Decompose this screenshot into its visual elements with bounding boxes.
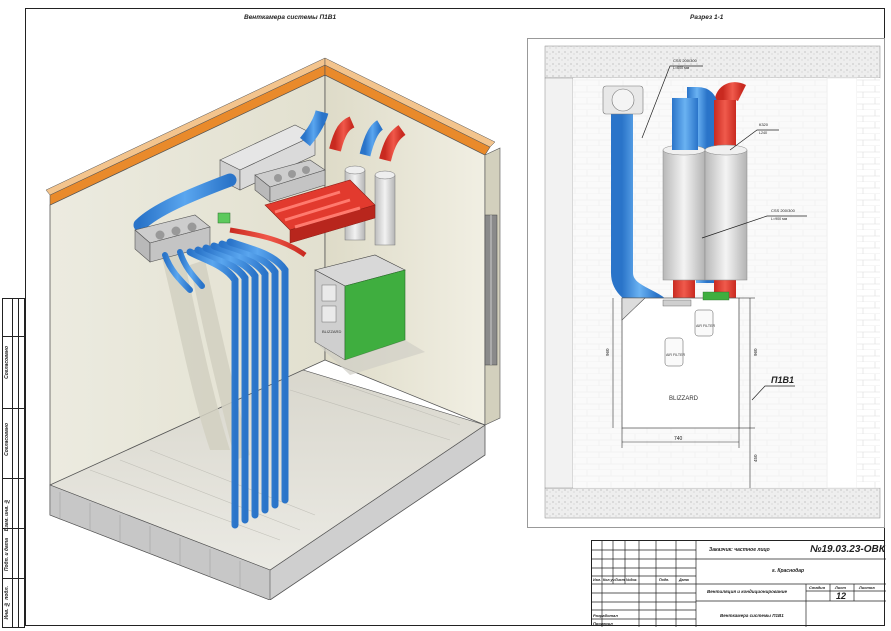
iso-unit-brand: BLIZZARD xyxy=(322,329,341,334)
section-name: Вентиляция и кондиционирование xyxy=(707,589,788,594)
side-stamp-strip: Взам. инв. № Подп. и дата Инв. № подл. С… xyxy=(2,298,25,628)
sheet-value: 12 xyxy=(836,591,847,601)
callout-low-line2: L=900 мм xyxy=(771,217,788,221)
dim-width: 740 xyxy=(674,436,683,442)
left-view-title: Венткамера системы П1В1 xyxy=(244,14,337,21)
unit-tag: П1В1 xyxy=(771,375,794,385)
dim-bottom: 450 xyxy=(753,454,758,462)
sheet-title: Венткамера системы П1В1 xyxy=(720,613,784,618)
section-drawing: AIR FILTER AIR FILTER BLIZZARD 740 960 9… xyxy=(544,45,881,519)
side-label-agreed-2: Согласовано xyxy=(4,423,10,456)
dim-height-left: 960 xyxy=(605,348,610,356)
hdr-list: Лист xyxy=(615,578,625,582)
checked-label: Проверил xyxy=(593,621,613,626)
callout-mid-line2: L240 xyxy=(759,131,767,135)
developed-label: Разработал xyxy=(593,613,618,618)
hdr-izm: Изм. xyxy=(593,578,602,582)
doc-number: №19.03.23-ОВК xyxy=(810,544,885,555)
customer-text: Заказчик: частное лицо xyxy=(709,547,770,553)
filter-label-right: AIR FILTER xyxy=(696,324,716,328)
hdr-ndoc: №док. xyxy=(626,578,638,582)
side-label-agreed-1: Согласовано xyxy=(4,346,10,379)
hdr-podp: Подп. xyxy=(659,578,670,582)
stage-label: Стадия xyxy=(809,585,825,590)
title-block: Заказчик: частное лицо №19.03.23-ОВК г. … xyxy=(591,540,886,627)
side-stamp-row-line xyxy=(2,336,25,337)
dim-height-right: 960 xyxy=(753,348,758,356)
section-unit-brand: BLIZZARD xyxy=(669,396,699,402)
side-label-inv-orig: Инв. № подл. xyxy=(4,586,10,620)
callout-top-line2: L=600 мм xyxy=(673,66,690,70)
side-stamp-row-line xyxy=(2,478,25,479)
sheets-label: Листов xyxy=(859,585,875,590)
city-text: г. Краснодар xyxy=(772,568,805,574)
side-stamp-row-line xyxy=(2,578,25,579)
hdr-data: Дата xyxy=(679,578,689,582)
callout-mid-line1: К320 xyxy=(759,122,769,127)
callout-low-line1: CSS 200/300 xyxy=(771,208,796,213)
right-view-title: Разрез 1-1 xyxy=(690,14,724,21)
side-label-sign-date: Подп. и дата xyxy=(4,538,10,572)
side-label-replace-inv: Взам. инв. № xyxy=(4,498,10,532)
side-stamp-row-line xyxy=(2,408,25,409)
filter-label-left: AIR FILTER xyxy=(666,353,686,357)
sheet-label: Лист xyxy=(835,585,846,590)
hdr-kolvo: Кол.уч xyxy=(603,578,615,582)
callout-top-line1: CSS 200/300 xyxy=(673,58,698,63)
isometric-ventilation-room: BLIZZARD xyxy=(45,57,501,600)
